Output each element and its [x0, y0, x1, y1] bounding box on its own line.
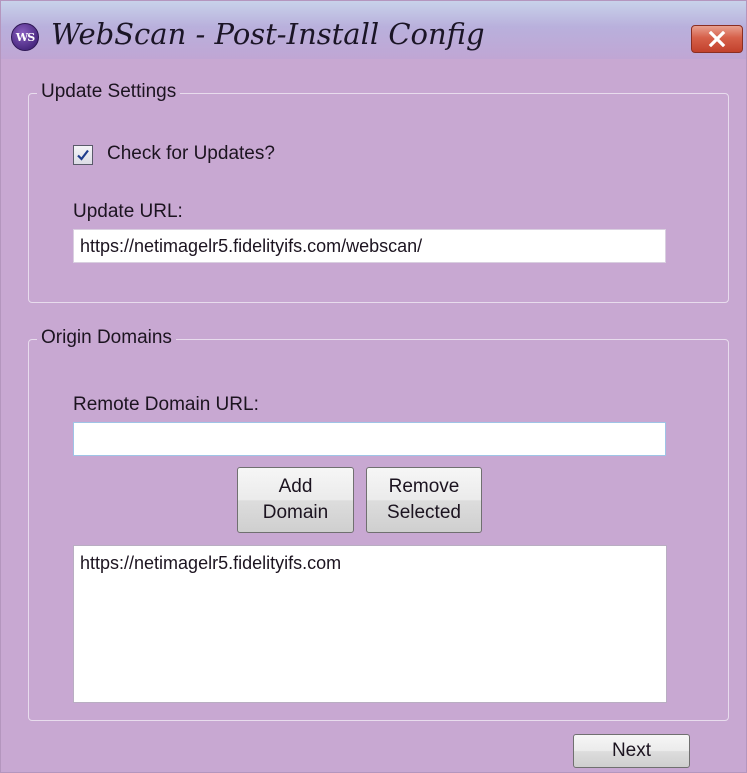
add-domain-button[interactable]: Add Domain	[237, 467, 354, 533]
remove-selected-button-line1: Remove	[388, 476, 460, 497]
update-url-input[interactable]: https://netimagelr5.fidelityifs.com/webs…	[73, 229, 666, 263]
remote-domain-url-input[interactable]	[73, 422, 666, 456]
domains-listbox[interactable]: https://netimagelr5.fidelityifs.com	[73, 545, 667, 703]
checkmark-icon	[77, 149, 89, 161]
remove-selected-button-line2: Selected	[387, 502, 461, 523]
close-icon	[708, 31, 726, 47]
window-title: WebScan - Post-Install Config	[51, 17, 485, 51]
close-button[interactable]	[691, 25, 743, 53]
list-item[interactable]: https://netimagelr5.fidelityifs.com	[80, 552, 660, 574]
add-domain-button-line1: Add	[278, 476, 313, 497]
title-bar[interactable]: WS WebScan - Post-Install Config	[1, 1, 746, 59]
dialog-window: WS WebScan - Post-Install Config Update …	[0, 0, 747, 773]
origin-domains-legend: Origin Domains	[37, 327, 176, 349]
next-button-label: Next	[611, 740, 652, 761]
next-button[interactable]: Next	[573, 734, 690, 768]
update-settings-group: Update Settings	[28, 81, 729, 303]
remote-domain-url-label: Remote Domain URL:	[73, 394, 259, 415]
update-settings-legend: Update Settings	[37, 81, 181, 103]
check-for-updates-label[interactable]: Check for Updates?	[107, 143, 275, 165]
add-domain-button-line2: Domain	[262, 502, 329, 523]
update-url-label: Update URL:	[73, 201, 183, 222]
app-icon: WS	[11, 23, 39, 51]
check-for-updates-checkbox[interactable]	[73, 145, 93, 165]
remove-selected-button[interactable]: Remove Selected	[366, 467, 482, 533]
